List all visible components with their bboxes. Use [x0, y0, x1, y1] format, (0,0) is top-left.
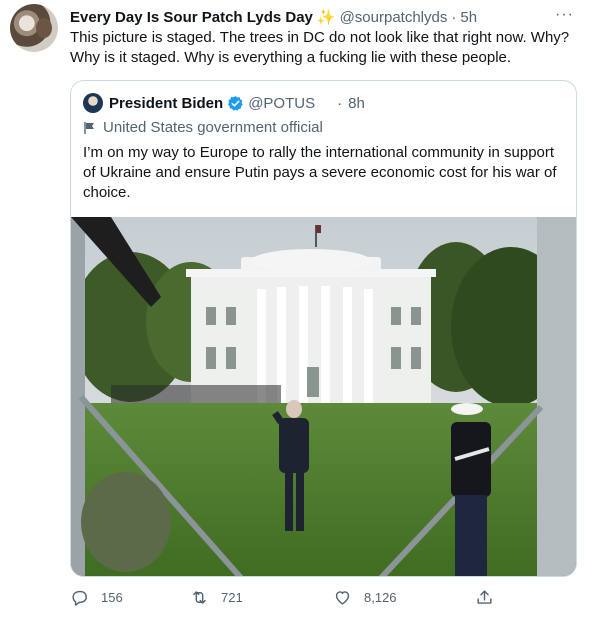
tweet-actions: 156 721 8,126 [70, 588, 530, 610]
tweet-text-line: This picture is staged. The trees in DC … [70, 29, 570, 46]
white-house-photo [71, 217, 576, 576]
reply-icon [72, 590, 87, 606]
like-button[interactable]: 8,126 [333, 588, 397, 607]
quoted-author-handle: @POTUS [248, 94, 316, 112]
quoted-text-line: of Ukraine and ensure Putin pays a sever… [83, 164, 557, 181]
tweet-timestamp[interactable]: 5h [460, 9, 477, 26]
government-label-text: United States government official [103, 119, 323, 136]
retweet-button[interactable]: 721 [190, 588, 243, 607]
share-icon [477, 590, 492, 604]
flag-icon [84, 121, 94, 134]
tweet[interactable]: Every Day Is Sour Patch Lyds Day ✨ @sour… [0, 0, 596, 618]
sparkle-emoji-icon: ✨ [316, 9, 336, 26]
retweet-icon [193, 591, 206, 604]
like-count: 8,126 [364, 590, 397, 605]
tweet-text-line: Why is it staged. Why is everything a fu… [70, 49, 512, 66]
quoted-tweet-text: I’m on my way to Europe to rally the int… [83, 143, 568, 203]
tweet-text: This picture is staged. The trees in DC … [70, 28, 575, 68]
reply-count: 156 [101, 590, 123, 605]
quoted-author-avatar [83, 93, 103, 113]
heart-icon [335, 591, 350, 605]
quoted-tweet-header: President Biden @POTUS · 8h [83, 93, 365, 113]
author-avatar[interactable] [10, 4, 58, 52]
verified-badge-icon [228, 95, 243, 111]
more-options-icon[interactable]: ··· [555, 6, 574, 24]
reply-button[interactable]: 156 [70, 588, 123, 607]
author-handle[interactable]: @sourpatchlyds [340, 9, 448, 26]
quoted-author-name: President Biden [109, 94, 224, 112]
author-name[interactable]: Every Day Is Sour Patch Lyds Day [70, 9, 313, 26]
quoted-text-line: I’m on my way to Europe to rally the int… [83, 144, 555, 161]
quoted-tweet-photo[interactable] [71, 217, 576, 576]
separator-dot: · [337, 94, 343, 112]
separator-dot: · [451, 8, 457, 26]
retweet-count: 721 [221, 590, 243, 605]
tweet-header: Every Day Is Sour Patch Lyds Day ✨ @sour… [70, 6, 576, 28]
share-button[interactable] [475, 588, 506, 607]
quoted-tweet[interactable]: President Biden @POTUS · 8h United State… [70, 80, 577, 577]
government-label: United States government official [83, 119, 323, 136]
quoted-text-line: choice. [83, 184, 131, 201]
quoted-timestamp: 8h [348, 94, 365, 112]
